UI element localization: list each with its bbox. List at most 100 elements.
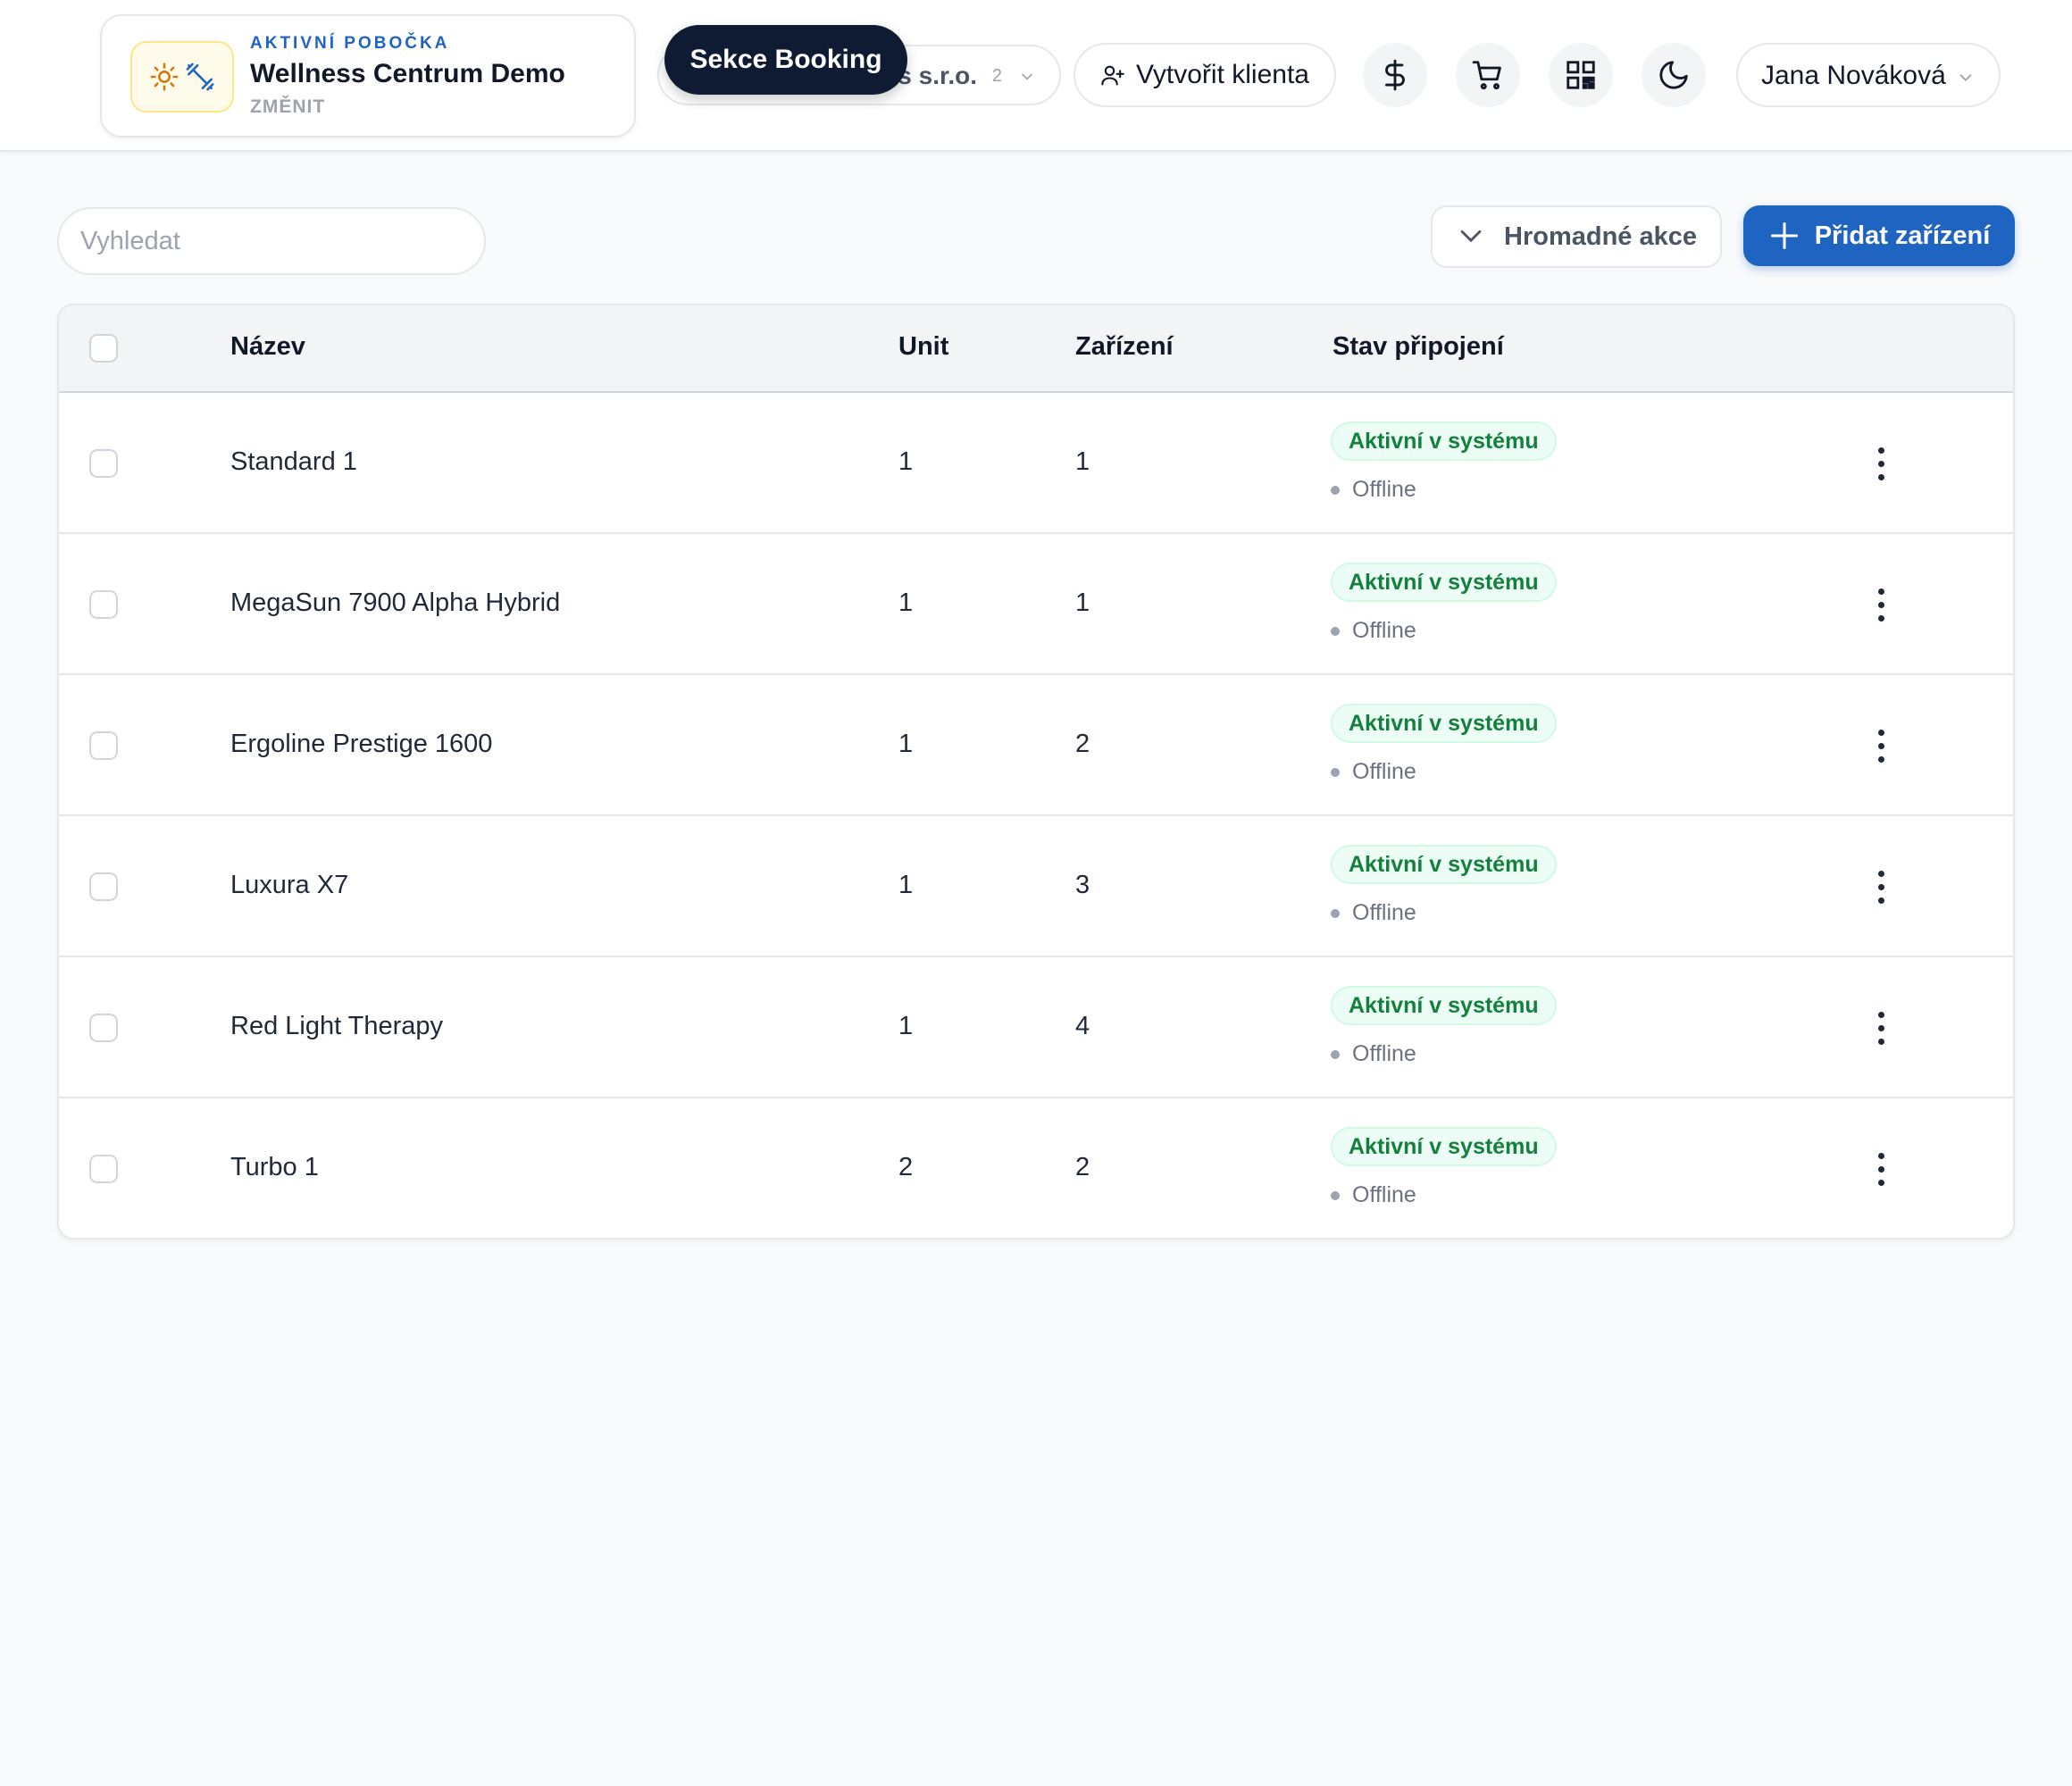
dark-mode-button[interactable]	[1642, 43, 1706, 107]
row-name: MegaSun 7900 Alpha Hybrid	[230, 588, 561, 617]
dumbbell-icon	[186, 63, 214, 91]
table-row[interactable]: Ergoline Prestige 1600 1 2 Aktivní v sys…	[59, 675, 2013, 816]
company-count: 2	[991, 66, 1002, 86]
column-header-unit[interactable]: Unit	[898, 332, 948, 362]
chevron-down-icon	[1959, 74, 1972, 82]
branch-logo	[130, 41, 234, 113]
status-dot	[1331, 485, 1340, 495]
chevron-down-icon	[1022, 73, 1032, 80]
cart-icon	[1472, 61, 1501, 90]
column-header-name[interactable]: Název	[230, 332, 305, 362]
top-header: AKTIVNÍ POBOČKA Wellness Centrum Demo ZM…	[0, 0, 2072, 152]
row-checkbox[interactable]	[89, 590, 118, 619]
dollar-icon	[1385, 59, 1405, 91]
table-header: Název Unit Zařízení Stav připojení	[59, 305, 2013, 393]
select-all-checkbox[interactable]	[89, 334, 118, 363]
connection-status: Offline	[1331, 1041, 1416, 1067]
row-checkbox[interactable]	[89, 731, 118, 760]
user-plus-icon	[1101, 65, 1124, 86]
row-name: Luxura X7	[230, 871, 349, 899]
status-dot	[1331, 1049, 1340, 1059]
row-checkbox[interactable]	[89, 1014, 118, 1042]
more-vertical-icon[interactable]	[1863, 864, 1899, 909]
bulk-actions-label: Hromadné akce	[1504, 221, 1697, 251]
chevron-down-icon	[1460, 230, 1482, 243]
status-badge: Aktivní v systému	[1331, 704, 1557, 743]
user-name: Jana Nováková	[1761, 61, 1946, 90]
status-dot	[1331, 626, 1340, 636]
connection-status-text: Offline	[1352, 1041, 1416, 1066]
active-branch-card[interactable]: AKTIVNÍ POBOČKA Wellness Centrum Demo ZM…	[100, 14, 636, 138]
add-device-label: Přidat zařízení	[1814, 221, 1991, 250]
cart-button[interactable]	[1456, 43, 1520, 107]
connection-status: Offline	[1331, 900, 1416, 926]
branch-change-link[interactable]: ZMĚNIT	[250, 96, 325, 118]
row-name: Turbo 1	[230, 1153, 319, 1181]
row-name: Red Light Therapy	[230, 1012, 444, 1040]
status-dot	[1331, 767, 1340, 777]
table-row[interactable]: MegaSun 7900 Alpha Hybrid 1 1 Aktivní v …	[59, 534, 2013, 675]
connection-status-text: Offline	[1352, 900, 1416, 925]
row-devices: 4	[1075, 1012, 1090, 1040]
status-badge: Aktivní v systému	[1331, 1127, 1557, 1166]
column-header-devices[interactable]: Zařízení	[1075, 332, 1174, 362]
connection-status: Offline	[1331, 759, 1416, 785]
sun-icon	[150, 63, 179, 91]
row-unit: 1	[898, 588, 914, 617]
connection-status: Offline	[1331, 618, 1416, 644]
plus-icon	[1770, 222, 1798, 249]
branch-eyebrow: AKTIVNÍ POBOČKA	[250, 34, 450, 53]
table-row[interactable]: Luxura X7 1 3 Aktivní v systému Offline	[59, 816, 2013, 957]
company-name: s s.r.o.	[898, 62, 977, 89]
row-unit: 1	[898, 730, 914, 758]
connection-status-text: Offline	[1352, 477, 1416, 502]
status-badge: Aktivní v systému	[1331, 421, 1557, 461]
row-unit: 2	[898, 1153, 914, 1181]
branch-name: Wellness Centrum Demo	[250, 59, 565, 88]
row-name: Ergoline Prestige 1600	[230, 730, 493, 758]
more-vertical-icon[interactable]	[1863, 441, 1899, 486]
row-devices: 1	[1075, 588, 1090, 617]
status-badge: Aktivní v systému	[1331, 563, 1557, 602]
table-row[interactable]: Red Light Therapy 1 4 Aktivní v systému …	[59, 957, 2013, 1098]
row-devices: 3	[1075, 871, 1090, 899]
table-row[interactable]: Standard 1 1 1 Aktivní v systému Offline	[59, 393, 2013, 534]
qr-code-button[interactable]	[1549, 43, 1613, 107]
qr-code-icon	[1567, 61, 1595, 89]
row-unit: 1	[898, 447, 914, 476]
more-vertical-icon[interactable]	[1863, 1006, 1899, 1050]
row-unit: 1	[898, 871, 914, 899]
bulk-actions-button[interactable]: Hromadné akce	[1431, 205, 1722, 268]
devices-table: Název Unit Zařízení Stav připojení Stand…	[57, 304, 2015, 1239]
status-dot	[1331, 908, 1340, 918]
search-input[interactable]	[57, 207, 486, 275]
connection-status-text: Offline	[1352, 759, 1416, 784]
create-client-label: Vytvořit klienta	[1136, 60, 1309, 89]
create-client-button[interactable]: Vytvořit klienta	[1074, 43, 1336, 107]
column-header-connection[interactable]: Stav připojení	[1333, 332, 1504, 362]
row-unit: 1	[898, 1012, 914, 1040]
more-vertical-icon[interactable]	[1863, 723, 1899, 768]
status-badge: Aktivní v systému	[1331, 845, 1557, 884]
booking-section-tooltip: Sekce Booking	[664, 25, 907, 95]
row-checkbox[interactable]	[89, 449, 118, 478]
row-devices: 2	[1075, 730, 1090, 758]
connection-status: Offline	[1331, 1182, 1416, 1208]
user-menu[interactable]: Jana Nováková	[1736, 43, 2001, 107]
table-row[interactable]: Turbo 1 2 2 Aktivní v systému Offline	[59, 1098, 2013, 1238]
moon-icon	[1659, 61, 1688, 89]
pricing-button[interactable]	[1363, 43, 1427, 107]
more-vertical-icon[interactable]	[1863, 1147, 1899, 1191]
row-devices: 1	[1075, 447, 1090, 476]
row-checkbox[interactable]	[89, 1155, 118, 1183]
row-checkbox[interactable]	[89, 872, 118, 901]
row-devices: 2	[1075, 1153, 1090, 1181]
status-badge: Aktivní v systému	[1331, 986, 1557, 1025]
more-vertical-icon[interactable]	[1863, 582, 1899, 627]
add-device-button[interactable]: Přidat zařízení	[1743, 205, 2015, 266]
connection-status-text: Offline	[1352, 1182, 1416, 1207]
status-dot	[1331, 1190, 1340, 1200]
connection-status: Offline	[1331, 477, 1416, 503]
connection-status-text: Offline	[1352, 618, 1416, 643]
row-name: Standard 1	[230, 447, 357, 476]
